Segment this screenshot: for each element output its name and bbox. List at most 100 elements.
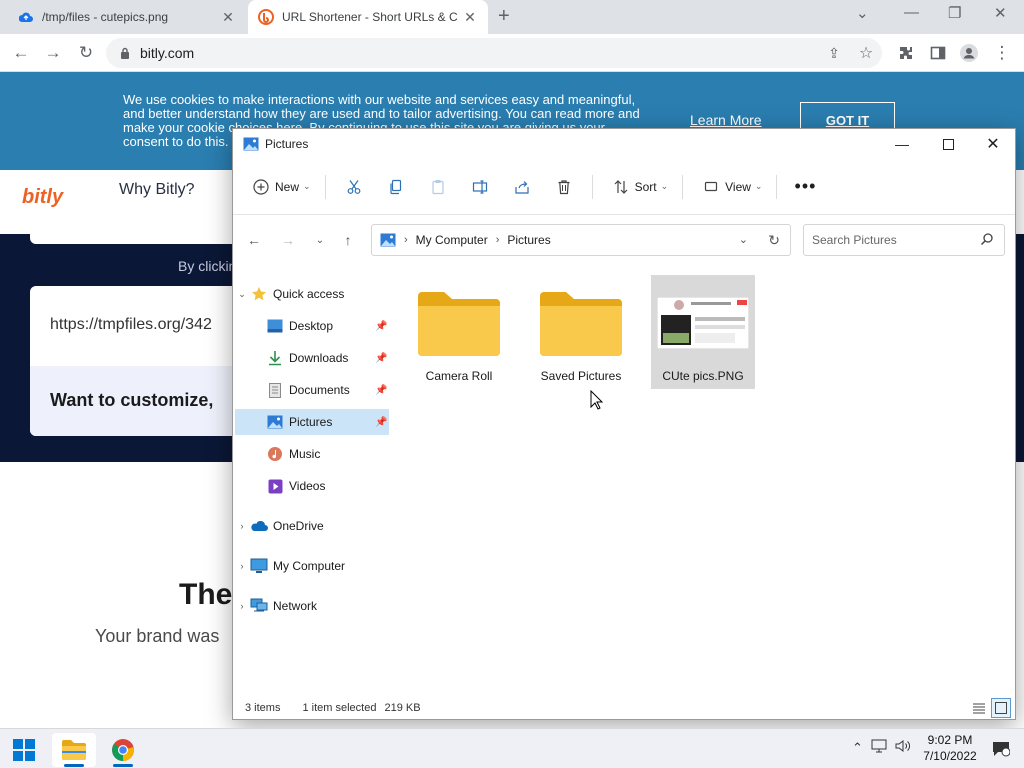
chevron-right-icon[interactable]: ›: [235, 561, 249, 571]
divider: [324, 174, 326, 199]
mouse-cursor-icon: [590, 389, 604, 413]
back-icon[interactable]: ←: [10, 42, 32, 64]
back-icon[interactable]: ←: [245, 231, 263, 249]
nav-pictures[interactable]: Pictures 📌: [235, 409, 389, 435]
reload-icon[interactable]: ↻: [75, 42, 97, 64]
new-tab-icon[interactable]: +: [498, 6, 510, 26]
up-icon[interactable]: ↑: [339, 231, 357, 249]
nav-why-bitly[interactable]: Why Bitly?: [119, 181, 195, 199]
breadcrumb-pictures[interactable]: Pictures: [507, 233, 550, 247]
recent-locations-icon[interactable]: ⌄: [311, 231, 329, 249]
video-icon: [265, 476, 285, 496]
minimize-icon[interactable]: —: [904, 4, 919, 21]
paste-button[interactable]: [424, 171, 452, 203]
close-tab-icon[interactable]: ✕: [462, 9, 478, 26]
rename-button[interactable]: [466, 171, 494, 203]
tab-search-icon[interactable]: ⌄: [856, 4, 869, 22]
cut-button[interactable]: [340, 171, 368, 203]
share-button[interactable]: [508, 171, 536, 203]
learn-more-link[interactable]: Learn More: [690, 112, 762, 128]
search-input[interactable]: Search Pictures: [803, 224, 1005, 256]
pictures-icon: [243, 137, 259, 151]
minimize-icon[interactable]: —: [879, 129, 925, 159]
chevron-up-icon[interactable]: ⌃: [852, 740, 863, 756]
nav-desktop[interactable]: Desktop 📌: [235, 313, 389, 339]
forward-icon[interactable]: →: [279, 231, 297, 249]
selection-count: 1 item selected: [302, 702, 377, 714]
nav-videos[interactable]: Videos: [235, 473, 389, 499]
long-url-input[interactable]: https://tmpfiles.org/342: [50, 316, 212, 334]
file-explorer-window: Pictures — ✕ New ⌄ Sort ⌄ View ⌄ ••• ← →…: [232, 128, 1016, 720]
image-thumbnail: [655, 283, 751, 363]
large-icons-view-icon[interactable]: [991, 698, 1011, 718]
profile-avatar-icon[interactable]: [958, 42, 980, 64]
folder-icon: [411, 283, 507, 363]
nav-quick-access[interactable]: ⌄ Quick access: [235, 281, 389, 307]
explorer-title-bar[interactable]: Pictures — ✕: [233, 129, 1015, 159]
chrome-icon: [112, 739, 134, 761]
nav-my-computer[interactable]: › My Computer: [235, 553, 389, 579]
folder-icon: [533, 283, 629, 363]
details-view-icon[interactable]: [969, 698, 989, 718]
taskbar-file-explorer[interactable]: [52, 733, 96, 767]
bitly-logo[interactable]: bitly: [22, 186, 63, 209]
delete-button[interactable]: [550, 171, 578, 203]
browser-tab-strip: /tmp/files - cutepics.png ✕ URL Shortene…: [0, 0, 1024, 34]
chevron-down-icon: ⌄: [754, 181, 763, 191]
more-options-button[interactable]: •••: [791, 171, 819, 203]
file-cute-pics-png[interactable]: CUte pics.PNG: [651, 275, 755, 389]
sort-button[interactable]: Sort ⌄: [607, 171, 668, 203]
forward-icon[interactable]: →: [42, 42, 64, 64]
volume-icon[interactable]: [895, 739, 911, 756]
maximize-icon[interactable]: [925, 129, 971, 159]
view-button[interactable]: View ⌄: [697, 171, 762, 203]
divider: [591, 174, 593, 199]
close-tab-icon[interactable]: ✕: [220, 9, 236, 26]
copy-button[interactable]: [382, 171, 410, 203]
breadcrumb-my-computer[interactable]: My Computer: [416, 233, 488, 247]
nav-label: Videos: [289, 479, 326, 493]
nav-network[interactable]: › Network: [235, 593, 389, 619]
close-window-icon[interactable]: ✕: [994, 4, 1007, 22]
cloud-icon: [249, 516, 269, 536]
system-tray: ⌃: [852, 739, 911, 756]
explorer-address-bar[interactable]: › My Computer › Pictures ⌄ ↻: [371, 224, 791, 256]
view-label: View: [725, 179, 751, 194]
tab-bitly[interactable]: URL Shortener - Short URLs & C ✕: [248, 0, 488, 34]
close-icon[interactable]: ✕: [970, 129, 1016, 159]
plus-circle-icon: [247, 178, 275, 195]
extensions-icon[interactable]: [895, 42, 917, 64]
restore-icon[interactable]: ❐: [948, 4, 961, 22]
network-icon: [249, 596, 269, 616]
folder-saved-pictures[interactable]: Saved Pictures: [529, 275, 633, 389]
bookmark-star-icon[interactable]: ☆: [855, 42, 877, 64]
nav-label: Quick access: [273, 287, 345, 301]
chevron-down-icon[interactable]: ⌄: [739, 233, 748, 246]
taskbar-chrome[interactable]: [101, 733, 145, 767]
pictures-icon: [265, 412, 285, 432]
more-menu-icon[interactable]: ⋮: [991, 42, 1013, 64]
tab-tmp-files[interactable]: /tmp/files - cutepics.png ✕: [8, 0, 246, 34]
notifications-icon[interactable]: [992, 741, 1011, 760]
chevron-down-icon[interactable]: ⌄: [235, 289, 249, 300]
chevron-right-icon[interactable]: ›: [235, 601, 249, 611]
refresh-icon[interactable]: ↻: [768, 232, 780, 249]
chevron-right-icon: ›: [404, 234, 408, 246]
new-button[interactable]: New ⌄: [247, 171, 311, 203]
folder-camera-roll[interactable]: Camera Roll: [407, 275, 511, 389]
start-button[interactable]: [2, 733, 46, 767]
clock[interactable]: 9:02 PM 7/10/2022: [920, 732, 980, 764]
nav-onedrive[interactable]: › OneDrive: [235, 513, 389, 539]
chevron-right-icon[interactable]: ›: [235, 521, 249, 531]
cloud-upload-icon: [18, 9, 34, 25]
side-panel-icon[interactable]: [927, 42, 949, 64]
nav-music[interactable]: Music: [235, 441, 389, 467]
display-icon[interactable]: [871, 739, 887, 756]
share-icon[interactable]: ⇪: [823, 42, 845, 64]
address-bar[interactable]: bitly.com: [106, 38, 882, 68]
clipboard-icon: [424, 179, 452, 195]
scissors-icon: [340, 179, 368, 195]
nav-documents[interactable]: Documents 📌: [235, 377, 389, 403]
nav-downloads[interactable]: Downloads 📌: [235, 345, 389, 371]
pictures-icon: [380, 233, 396, 247]
